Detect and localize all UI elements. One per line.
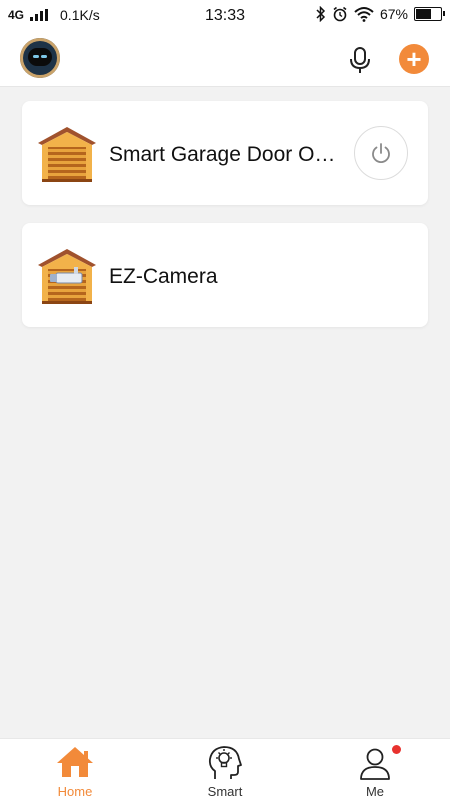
tab-smart-label: Smart <box>207 784 243 799</box>
wifi-icon <box>354 7 374 22</box>
app-screen: 4G 0.1K/s 13:33 67% + Smart Garage Door … <box>0 0 450 800</box>
garage-icon <box>38 127 96 182</box>
microphone-icon[interactable] <box>347 46 373 74</box>
battery-percent: 67% <box>379 6 408 22</box>
home-icon <box>57 747 93 777</box>
bottom-tab-bar: Home Smart Me <box>0 738 450 800</box>
status-bar: 4G 0.1K/s 13:33 67% <box>0 0 450 32</box>
battery-icon <box>414 7 445 21</box>
app-header: + <box>0 32 450 87</box>
smart-brain-icon <box>208 746 242 779</box>
notification-badge <box>392 745 401 754</box>
garage-camera-icon <box>38 249 96 304</box>
status-right: 67% <box>316 6 445 22</box>
device-name: Smart Garage Door O… <box>109 143 336 166</box>
tab-home[interactable]: Home <box>0 739 150 800</box>
alarm-icon <box>333 6 347 22</box>
add-device-button[interactable]: + <box>399 44 429 74</box>
device-name: EZ-Camera <box>109 265 218 288</box>
power-button[interactable] <box>354 126 408 180</box>
person-icon <box>360 748 390 780</box>
plus-icon: + <box>406 44 422 74</box>
tab-me[interactable]: Me <box>300 739 450 800</box>
tab-me-label: Me <box>365 784 385 799</box>
robot-avatar-icon[interactable] <box>20 38 60 78</box>
bluetooth-icon <box>316 6 326 22</box>
power-icon <box>372 143 390 164</box>
tab-smart[interactable]: Smart <box>150 739 300 800</box>
device-card[interactable]: EZ-Camera <box>22 223 428 327</box>
device-card[interactable]: Smart Garage Door O… <box>22 101 428 205</box>
tab-home-label: Home <box>57 784 93 799</box>
